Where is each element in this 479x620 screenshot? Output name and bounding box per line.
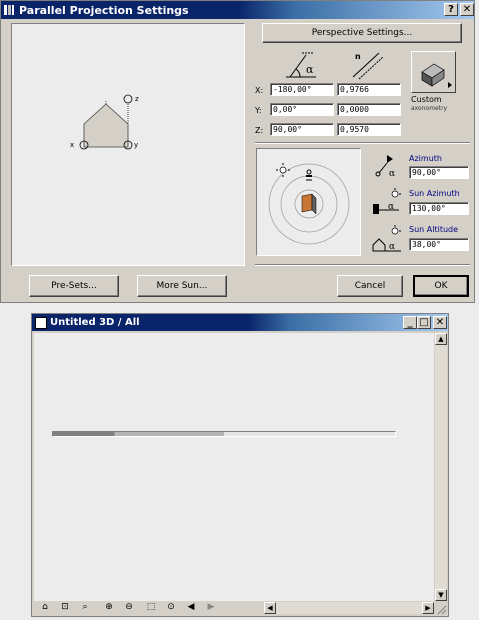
app-icon xyxy=(3,4,15,16)
z-axis-handle xyxy=(123,94,133,104)
window-icon xyxy=(35,316,47,329)
dialog-titlebar[interactable]: Parallel Projection Settings xyxy=(1,1,474,19)
parallel-projection-dialog: Parallel Projection Settings ? ✕ z x y P… xyxy=(0,0,475,303)
sun-azimuth-icon: α xyxy=(373,188,401,214)
y-factor-field[interactable]: 0,0000 xyxy=(337,103,401,116)
angle-icon: α xyxy=(286,52,316,78)
azimuth-icon: α xyxy=(375,155,395,179)
previous-view-icon[interactable]: ◀ xyxy=(182,601,200,613)
azimuth-field[interactable]: 90,00° xyxy=(409,166,469,179)
x-factor-field[interactable]: 0,9766 xyxy=(337,83,401,96)
fit-window-icon[interactable]: ⊡ xyxy=(56,601,74,613)
viewer-icon xyxy=(306,169,312,181)
building-marker xyxy=(301,193,313,213)
minimize-button[interactable]: _ xyxy=(403,316,417,329)
progress-bar xyxy=(52,431,396,437)
zoom-in-icon[interactable]: ⊕ xyxy=(100,601,118,613)
3d-window: Untitled 3D / All _ □ ✕ ▲ ▼ ◀ ▶ ⌂ ⊡ ⌕ ⊕ … xyxy=(31,313,449,617)
cancel-button[interactable]: Cancel xyxy=(337,275,403,297)
reduce-icon[interactable]: ⊙ xyxy=(162,601,180,613)
vertical-scrollbar[interactable]: ▲ ▼ xyxy=(435,333,447,601)
projection-preview[interactable]: z x y xyxy=(11,23,245,266)
presets-button[interactable]: Pre-Sets... xyxy=(29,275,119,297)
progress-fill xyxy=(53,432,224,436)
y-row-label: Y: xyxy=(255,106,262,115)
y-angle-field[interactable]: 0,00° xyxy=(270,103,334,116)
sun-altitude-field[interactable]: 38,00° xyxy=(409,238,469,251)
factor-icon: n xyxy=(352,52,384,80)
close-button[interactable]: ✕ xyxy=(460,3,474,16)
z-row-label: Z: xyxy=(255,126,264,135)
3d-canvas[interactable] xyxy=(34,333,434,601)
perspective-settings-button[interactable]: Perspective Settings... xyxy=(262,23,462,43)
custom-projection-button[interactable] xyxy=(411,51,456,93)
help-button[interactable]: ? xyxy=(444,3,458,16)
resize-grip-icon[interactable] xyxy=(435,603,447,615)
sun-position-diagram xyxy=(268,163,350,245)
fit-selection-icon[interactable]: ⬚ xyxy=(142,601,160,613)
custom-label: Custom xyxy=(411,95,442,104)
scroll-down-arrow[interactable]: ▼ xyxy=(435,589,447,601)
scroll-up-arrow[interactable]: ▲ xyxy=(435,333,447,345)
custom-sublabel: axonometry xyxy=(411,105,448,112)
y-axis-label: y xyxy=(134,141,138,149)
svg-text:α: α xyxy=(389,169,395,179)
zoom-out-icon[interactable]: ⊖ xyxy=(120,601,138,613)
horizontal-scrollbar[interactable]: ◀ ▶ xyxy=(264,602,434,614)
sun-altitude-icon: α xyxy=(372,225,401,252)
x-angle-field[interactable]: -180,00° xyxy=(270,83,334,96)
x-row-label: X: xyxy=(255,86,264,95)
close-3d-button[interactable]: ✕ xyxy=(433,316,447,329)
sun-azimuth-field[interactable]: 130,00° xyxy=(409,202,469,215)
svg-text:α: α xyxy=(306,63,314,76)
sun-azimuth-label: Sun Azimuth xyxy=(409,189,460,198)
divider-bottom xyxy=(255,264,470,266)
house-axis-diagram: z x y xyxy=(70,94,139,150)
x-axis-label: x xyxy=(70,141,74,149)
divider xyxy=(255,142,470,144)
maximize-button[interactable]: □ xyxy=(417,316,431,329)
dialog-title: Parallel Projection Settings xyxy=(19,3,189,17)
azimuth-dial[interactable] xyxy=(256,148,361,256)
svg-text:α: α xyxy=(389,242,395,252)
house-view-icon[interactable]: ⌂ xyxy=(36,601,54,613)
z-angle-field[interactable]: 90,00° xyxy=(270,123,334,136)
z-factor-field[interactable]: 0,9570 xyxy=(337,123,401,136)
azimuth-label: Azimuth xyxy=(409,154,442,163)
3d-window-titlebar[interactable]: Untitled 3D / All xyxy=(32,314,448,331)
axonometry-cube-icon xyxy=(421,63,452,88)
svg-text:α: α xyxy=(388,202,394,212)
more-sun-button[interactable]: More Sun... xyxy=(137,275,227,297)
scroll-right-arrow[interactable]: ▶ xyxy=(422,602,434,614)
zoom-menu-icon[interactable]: ⌕ xyxy=(76,601,94,613)
z-axis-label: z xyxy=(135,95,139,103)
3d-window-title: Untitled 3D / All xyxy=(50,317,140,328)
ok-button[interactable]: OK xyxy=(413,275,469,297)
svg-text:n: n xyxy=(355,52,361,61)
house-shape xyxy=(83,103,129,148)
sun-altitude-label: Sun Altitude xyxy=(409,225,459,234)
scroll-left-arrow[interactable]: ◀ xyxy=(264,602,276,614)
next-view-icon[interactable]: ▶ xyxy=(202,601,220,613)
